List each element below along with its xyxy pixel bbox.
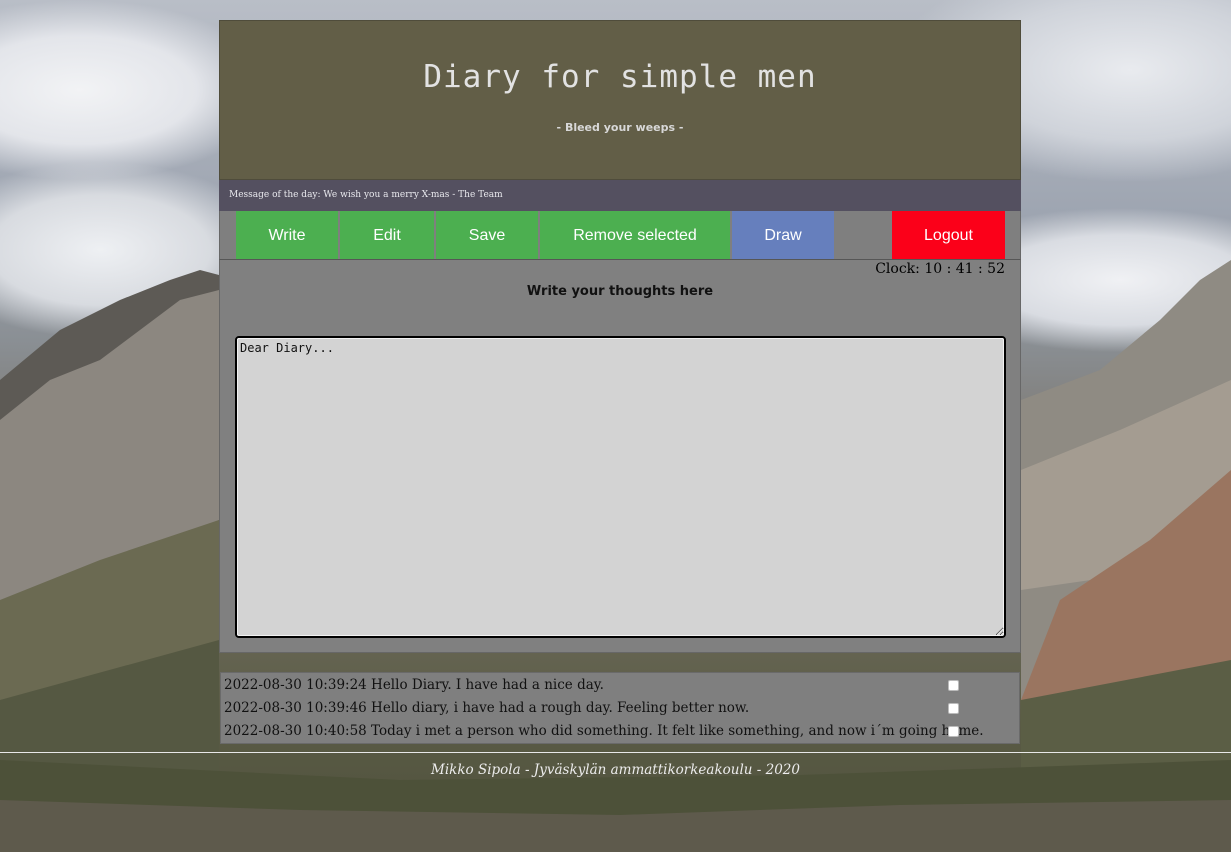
entry-text: 2022-08-30 10:39:24 Hello Diary. I have … — [224, 677, 604, 693]
logout-button[interactable]: Logout — [892, 211, 1005, 259]
diary-app: Diary for simple men - Bleed your weeps … — [219, 20, 1021, 653]
write-button[interactable]: Write — [236, 211, 338, 259]
entry-checkbox[interactable] — [948, 680, 959, 691]
entry-text: 2022-08-30 10:39:46 Hello diary, i have … — [224, 700, 750, 716]
entry-checkbox[interactable] — [948, 703, 959, 714]
diary-textarea[interactable]: Dear Diary... — [235, 336, 1006, 638]
editor-panel: Clock: 10 : 41 : 52 Write your thoughts … — [219, 260, 1021, 653]
site-tagline: - Bleed your weeps - — [556, 121, 684, 134]
footer-divider — [0, 752, 1231, 753]
save-button[interactable]: Save — [436, 211, 538, 259]
edit-button[interactable]: Edit — [340, 211, 434, 259]
toolbar: Write Edit Save Remove selected Draw Log… — [219, 211, 1021, 260]
draw-button[interactable]: Draw — [732, 211, 834, 259]
list-item: 2022-08-30 10:39:46 Hello diary, i have … — [221, 697, 1019, 720]
remove-selected-button[interactable]: Remove selected — [540, 211, 730, 259]
site-title: Diary for simple men — [423, 59, 817, 95]
list-item: 2022-08-30 10:39:24 Hello Diary. I have … — [221, 674, 1019, 697]
entries-list: 2022-08-30 10:39:24 Hello Diary. I have … — [220, 672, 1020, 744]
site-header: Diary for simple men - Bleed your weeps … — [219, 20, 1021, 180]
editor-title: Write your thoughts here — [526, 284, 714, 299]
list-item: 2022-08-30 10:40:58 Today i met a person… — [221, 720, 1019, 743]
entry-checkbox[interactable] — [948, 726, 959, 737]
clock: Clock: 10 : 41 : 52 — [875, 261, 1005, 277]
footer-credit: Mikko Sipola - Jyväskylän ammattikorkeak… — [431, 762, 800, 778]
message-of-the-day: Message of the day: We wish you a merry … — [219, 180, 1021, 211]
entry-text: 2022-08-30 10:40:58 Today i met a person… — [224, 723, 984, 739]
